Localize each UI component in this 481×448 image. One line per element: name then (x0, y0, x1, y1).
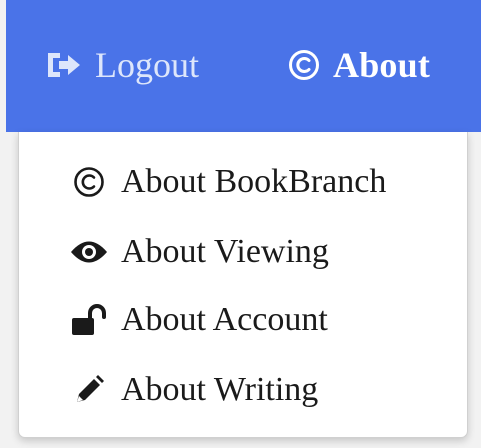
menu-item-label: About BookBranch (121, 163, 387, 200)
menu-item-about-bookbranch[interactable]: About BookBranch (69, 156, 386, 208)
eye-icon (69, 239, 109, 265)
copyright-icon (69, 166, 109, 198)
menu-item-label: About Writing (121, 371, 319, 408)
logout-label: Logout (95, 45, 199, 85)
about-dropdown-menu: About BookBranch About Viewing About Acc… (18, 132, 468, 438)
menu-item-label: About Account (121, 301, 328, 338)
about-menu-toggle[interactable]: About (288, 40, 430, 90)
menu-item-about-viewing[interactable]: About Viewing (69, 226, 329, 278)
sign-out-icon (46, 51, 82, 79)
pencil-icon (69, 374, 109, 406)
unlock-icon (69, 304, 109, 336)
menu-item-label: About Viewing (121, 233, 329, 270)
menu-item-about-writing[interactable]: About Writing (69, 364, 318, 416)
about-label: About (333, 45, 431, 85)
logout-link[interactable]: Logout (46, 40, 199, 90)
top-navbar: Logout About (6, 0, 481, 132)
copyright-icon (288, 49, 320, 81)
menu-item-about-account[interactable]: About Account (69, 294, 328, 346)
